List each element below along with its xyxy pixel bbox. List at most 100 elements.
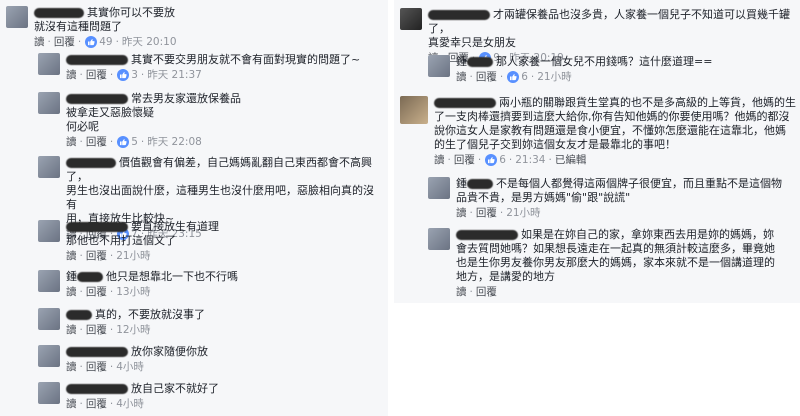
avatar[interactable] [38, 270, 60, 292]
commenter-name-prefix[interactable]: 鍾 [66, 270, 77, 283]
comment-item: 兩小瓶的關聯跟貨生堂真的也不是多高級的上等貨，他媽的生 了一支肉棒還擠要到這麼大… [400, 96, 798, 167]
commenter-name-redacted[interactable] [66, 158, 116, 168]
commenter-name-redacted[interactable] [66, 310, 92, 320]
comment-actions: 讀 · 回覆 · 21小時 [456, 206, 782, 220]
commenter-name-redacted[interactable] [428, 10, 490, 20]
comment-item: 常去男友家還放保養品 被拿走又惡臉懷疑 何必呢讀 · 回覆 · 5 · 昨天 22:08 [38, 92, 383, 149]
commenter-name-redacted[interactable] [66, 94, 128, 104]
like-count[interactable]: 3 [131, 68, 138, 82]
commenter-name-redacted[interactable] [66, 222, 128, 232]
commenter-name-redacted[interactable] [34, 8, 84, 18]
comment-timestamp[interactable]: 21小時 [537, 70, 571, 84]
comment-text: 放你家隨便你放 [131, 345, 208, 358]
avatar[interactable] [6, 6, 28, 28]
comment-timestamp[interactable]: 12小時 [116, 323, 150, 337]
comment-timestamp[interactable]: 4小時 [116, 360, 144, 374]
avatar[interactable] [38, 92, 60, 114]
edited-label[interactable]: 已編輯 [555, 153, 587, 167]
like-button[interactable]: 讀 [66, 68, 77, 82]
reply-button[interactable]: 回覆 [86, 249, 107, 263]
like-button[interactable]: 讀 [66, 249, 77, 263]
reply-button[interactable]: 回覆 [476, 285, 497, 299]
separator: · [469, 71, 473, 83]
avatar[interactable] [428, 55, 450, 77]
comment-item: 真的，不要放就沒事了讀 · 回覆 · 12小時 [38, 308, 383, 337]
comment-timestamp[interactable]: 21小時 [116, 249, 150, 263]
comment-actions: 讀 · 回覆 · 12小時 [66, 323, 205, 337]
commenter-name-prefix[interactable]: 鍾 [456, 55, 467, 68]
avatar[interactable] [38, 308, 60, 330]
like-button[interactable]: 讀 [34, 35, 45, 49]
comment-body: 常去男友家還放保養品 被拿走又惡臉懷疑 何必呢讀 · 回覆 · 5 · 昨天 22:08 [66, 92, 241, 149]
avatar[interactable] [428, 228, 450, 250]
reply-button[interactable]: 回覆 [86, 285, 107, 299]
reply-button[interactable]: 回覆 [476, 206, 497, 220]
like-button[interactable]: 讀 [434, 153, 445, 167]
like-reaction-icon[interactable] [85, 36, 98, 48]
comment-actions: 讀 · 回覆 · 6 · 21小時 [456, 70, 712, 84]
like-button[interactable]: 讀 [456, 70, 467, 84]
separator: · [140, 136, 145, 148]
comment-text: 其實不要交男朋友就不會有面對現實的問題了~ [131, 53, 361, 66]
comment-text: 他只是想靠北一下也不行嗎 [106, 270, 238, 283]
avatar[interactable] [400, 8, 422, 30]
reply-button[interactable]: 回覆 [86, 323, 107, 337]
comment-content: 真的，不要放就沒事了 [66, 308, 205, 322]
like-count[interactable]: 6 [499, 153, 506, 167]
comment-timestamp[interactable]: 昨天 22:08 [147, 135, 202, 149]
like-button[interactable]: 讀 [66, 397, 77, 411]
like-button[interactable]: 讀 [66, 360, 77, 374]
like-count[interactable]: 5 [131, 135, 138, 149]
commenter-name-redacted[interactable] [456, 230, 518, 240]
comment-body: 兩小瓶的關聯跟貨生堂真的也不是多高級的上等貨，他媽的生 了一支肉棒還擠要到這麼大… [434, 96, 796, 167]
commenter-name-redacted[interactable] [467, 179, 493, 189]
comment-actions: 讀 · 回覆 · 13小時 [66, 285, 238, 299]
separator: · [548, 154, 552, 166]
commenter-name-redacted[interactable] [66, 347, 128, 357]
like-button[interactable]: 讀 [66, 135, 77, 149]
avatar[interactable] [38, 382, 60, 404]
comment-actions: 讀 · 回覆 · 4小時 [66, 397, 219, 411]
like-reaction-icon[interactable] [507, 71, 520, 83]
commenter-name-redacted[interactable] [467, 57, 493, 67]
reply-button[interactable]: 回覆 [54, 35, 75, 49]
commenter-name-redacted[interactable] [434, 98, 496, 108]
like-count[interactable]: 6 [521, 70, 528, 84]
avatar[interactable] [38, 53, 60, 75]
comment-content: 才兩罐保養品也沒多貴，人家養一個兒子不知道可以買幾千罐了， 真愛幸只是女朋友 [428, 8, 795, 50]
commenter-name-redacted[interactable] [66, 55, 128, 65]
reply-button[interactable]: 回覆 [86, 135, 107, 149]
avatar[interactable] [38, 220, 60, 242]
separator: · [109, 324, 114, 336]
separator: · [79, 69, 83, 81]
like-reaction-icon[interactable] [117, 69, 130, 81]
comment-timestamp[interactable]: 21小時 [506, 206, 540, 220]
reply-button[interactable]: 回覆 [86, 397, 107, 411]
commenter-name-redacted[interactable] [77, 272, 103, 282]
like-count[interactable]: 49 [99, 35, 112, 49]
like-button[interactable]: 讀 [66, 323, 77, 337]
like-button[interactable]: 讀 [456, 206, 467, 220]
reply-button[interactable]: 回覆 [454, 153, 475, 167]
comment-item: 其實不要交男朋友就不會有面對現實的問題了~ 讀 · 回覆 · 3 · 昨天 21:37 [38, 53, 383, 82]
like-reaction-icon[interactable] [485, 154, 498, 166]
comment-timestamp[interactable]: 昨天 21:37 [147, 68, 202, 82]
reply-button[interactable]: 回覆 [86, 360, 107, 374]
avatar[interactable] [428, 177, 450, 199]
avatar[interactable] [38, 345, 60, 367]
like-button[interactable]: 讀 [66, 285, 77, 299]
separator: · [447, 154, 451, 166]
comment-timestamp[interactable]: 4小時 [116, 397, 144, 411]
commenter-name-redacted[interactable] [66, 384, 128, 394]
reply-button[interactable]: 回覆 [86, 68, 107, 82]
commenter-name-prefix[interactable]: 鍾 [456, 177, 467, 190]
comment-timestamp[interactable]: 13小時 [116, 285, 150, 299]
like-reaction-icon[interactable] [117, 136, 130, 148]
reply-button[interactable]: 回覆 [476, 70, 497, 84]
avatar[interactable] [400, 96, 428, 124]
comment-timestamp[interactable]: 21:34 [515, 153, 545, 167]
comment-timestamp[interactable]: 昨天 20:10 [122, 35, 177, 49]
avatar[interactable] [38, 156, 60, 178]
separator: · [115, 36, 119, 48]
like-button[interactable]: 讀 [456, 285, 467, 299]
